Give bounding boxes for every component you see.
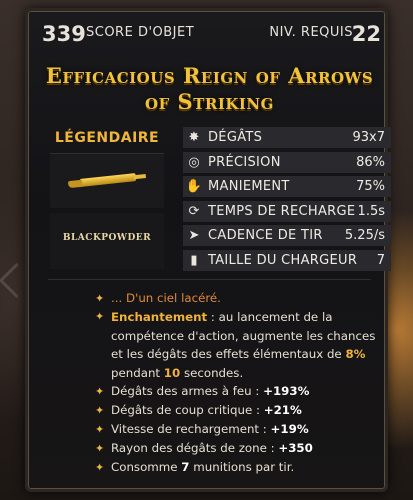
stat-label: DÉGÂTS (208, 130, 263, 145)
weapon-preview (50, 153, 164, 208)
star-bullet-icon: ✦ (95, 404, 105, 417)
manufacturer-name: BLACKPOWDER (62, 233, 152, 243)
item-score-label: SCORE D'OBJET (86, 25, 195, 40)
item-effects: ✦ ... D'un ciel lacéré. ✦ Enchantement :… (93, 289, 383, 477)
stat-row-fire-rate: ➤ CADENCE DE TIR 5.25/s (183, 225, 391, 246)
stat-row-magazine: ▮ TAILLE DU CHARGEUR 7 (183, 249, 391, 271)
star-bullet-icon: ✦ (95, 461, 105, 474)
item-tooltip: 339 SCORE D'OBJET NIV. REQUIS 22 Efficac… (25, 8, 391, 492)
stat-row-damage: ✸ DÉGÂTS 93x7 (183, 127, 391, 148)
stat-value: 86% (356, 154, 385, 170)
stat-value: 1.5s (357, 203, 385, 219)
required-level-label: NIV. REQUIS (269, 25, 353, 40)
damage-icon: ✸ (188, 130, 200, 145)
effect-label: Dégâts des armes à feu : (111, 384, 264, 398)
manufacturer-logo: BLACKPOWDER (50, 213, 164, 269)
enchantment-duration: 10 (163, 365, 181, 380)
stat-label: MANIEMENT (208, 179, 290, 194)
item-name: Efficacious Reign of Arrows of Striking (45, 63, 374, 114)
enchantment-text: pendant (111, 365, 164, 380)
handling-icon: ✋ (185, 179, 203, 194)
effect-value: +350 (278, 441, 313, 455)
item-score-value: 339 (42, 22, 86, 46)
stat-row-handling: ✋ MANIEMENT 75% (183, 176, 391, 197)
effect-label: Rayon des dégâts de zone : (111, 441, 279, 455)
flavor-line: ... D'un ciel lacéré. (111, 291, 221, 305)
magazine-icon: ▮ (190, 252, 198, 268)
stat-row-reload: ⟳ TEMPS DE RECHARGE 1.5s (183, 200, 391, 222)
ammo-consumption-effect: ✦ Consomme 7 munitions par tir. (93, 458, 383, 477)
star-bullet-icon: ✦ (95, 310, 105, 323)
fire-rate-icon: ➤ (188, 228, 200, 243)
stat-value: 75% (356, 179, 385, 194)
stat-label: TEMPS DE RECHARGE (208, 203, 356, 219)
reload-speed-effect: ✦ Vitesse de rechargement : +19% (93, 420, 383, 439)
stats-list: ✸ DÉGÂTS 93x7 ◎ PRÉCISION 86% ✋ MANIEMEN… (183, 127, 391, 274)
effect-label: Dégâts de coup critique : (111, 403, 264, 417)
enchantment-title: Enchantement (111, 310, 208, 324)
star-bullet-icon: ✦ (95, 442, 105, 455)
aoe-radius-effect: ✦ Rayon des dégâts de zone : +350 (93, 439, 383, 458)
item-summary-panel: LÉGENDAIRE BLACKPOWDER (48, 127, 166, 269)
effect-value: 7 (181, 460, 190, 474)
effect-text: Consomme (111, 460, 182, 474)
flavor-text: ✦ ... D'un ciel lacéré. (93, 289, 383, 308)
stat-label: PRÉCISION (208, 154, 281, 170)
stat-value: 5.25/s (344, 228, 385, 243)
enchantment-percent: 8% (345, 347, 366, 361)
firearm-damage-effect: ✦ Dégâts des armes à feu : +193% (93, 382, 383, 401)
reload-icon: ⟳ (188, 203, 200, 219)
stat-label: CADENCE DE TIR (208, 228, 323, 243)
accuracy-icon: ◎ (188, 154, 200, 170)
star-bullet-icon: ✦ (95, 385, 105, 398)
stat-row-accuracy: ◎ PRÉCISION 86% (183, 151, 391, 173)
stat-value: 93x7 (352, 130, 385, 145)
effect-value: +19% (270, 422, 309, 436)
stat-label: TAILLE DU CHARGEUR (208, 252, 358, 268)
crit-damage-effect: ✦ Dégâts de coup critique : +21% (93, 401, 383, 420)
stat-value: 7 (376, 252, 385, 268)
required-level-value: 22 (351, 22, 381, 46)
star-bullet-icon: ✦ (95, 423, 105, 436)
tooltip-header: 339 SCORE D'OBJET NIV. REQUIS 22 (38, 19, 381, 49)
star-bullet-icon: ✦ (95, 292, 105, 305)
effect-value: +21% (263, 403, 302, 417)
enchantment-effect: ✦ Enchantement : au lancement de la comp… (93, 308, 383, 382)
effect-label: Vitesse de rechargement : (111, 422, 271, 436)
effect-value: +193% (263, 384, 310, 398)
rarity-label: LÉGENDAIRE (54, 130, 160, 146)
enchantment-text: secondes. (180, 365, 244, 380)
effect-text: munitions par tir. (189, 460, 295, 474)
section-divider (48, 279, 371, 280)
shotgun-icon (79, 173, 137, 187)
